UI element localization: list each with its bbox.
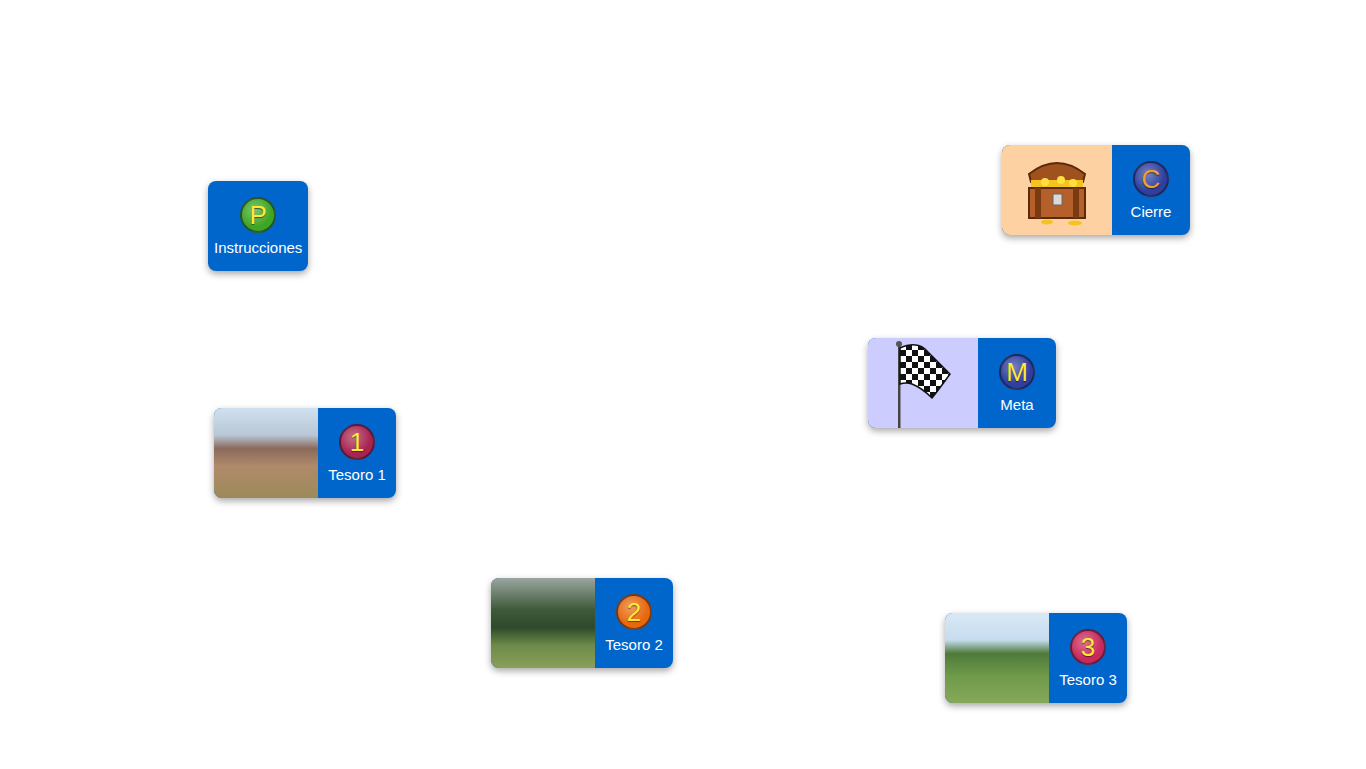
node-badge: M [999,354,1035,390]
board-node[interactable]: 2 Tesoro 2 [491,578,673,668]
node-picture [1002,145,1112,235]
node-info: 2 Tesoro 2 [595,578,673,668]
node-info: 3 Tesoro 3 [1049,613,1127,703]
node-badge: 1 [339,424,375,460]
node-photo [945,613,1049,703]
node-label: Meta [1000,396,1033,413]
node-label: Tesoro 3 [1059,671,1117,688]
node-info: P Instrucciones [208,181,308,271]
node-label: Cierre [1131,203,1172,220]
node-info: M Meta [978,338,1056,428]
checkered-flag-icon [888,338,958,428]
node-picture [868,338,978,428]
node-label: Tesoro 2 [605,636,663,653]
board-node[interactable]: 1 Tesoro 1 [214,408,396,498]
node-badge: C [1133,161,1169,197]
node-photo [491,578,595,668]
node-badge: 2 [616,594,652,630]
node-badge: 3 [1070,629,1106,665]
node-photo [214,408,318,498]
node-badge: P [240,197,276,233]
node-label: Instrucciones [214,239,302,256]
board-node[interactable]: 3 Tesoro 3 [945,613,1127,703]
board-node[interactable]: P Instrucciones [208,181,308,271]
node-label: Tesoro 1 [328,466,386,483]
board-node[interactable]: M Meta [868,338,1056,428]
board-canvas: P Instrucciones C Cierre M Meta 1 Tesoro 1 2 Teso… [0,0,1366,769]
treasure-chest-icon [1017,152,1097,228]
node-info: C Cierre [1112,145,1190,235]
board-node[interactable]: C Cierre [1002,145,1190,235]
node-info: 1 Tesoro 1 [318,408,396,498]
